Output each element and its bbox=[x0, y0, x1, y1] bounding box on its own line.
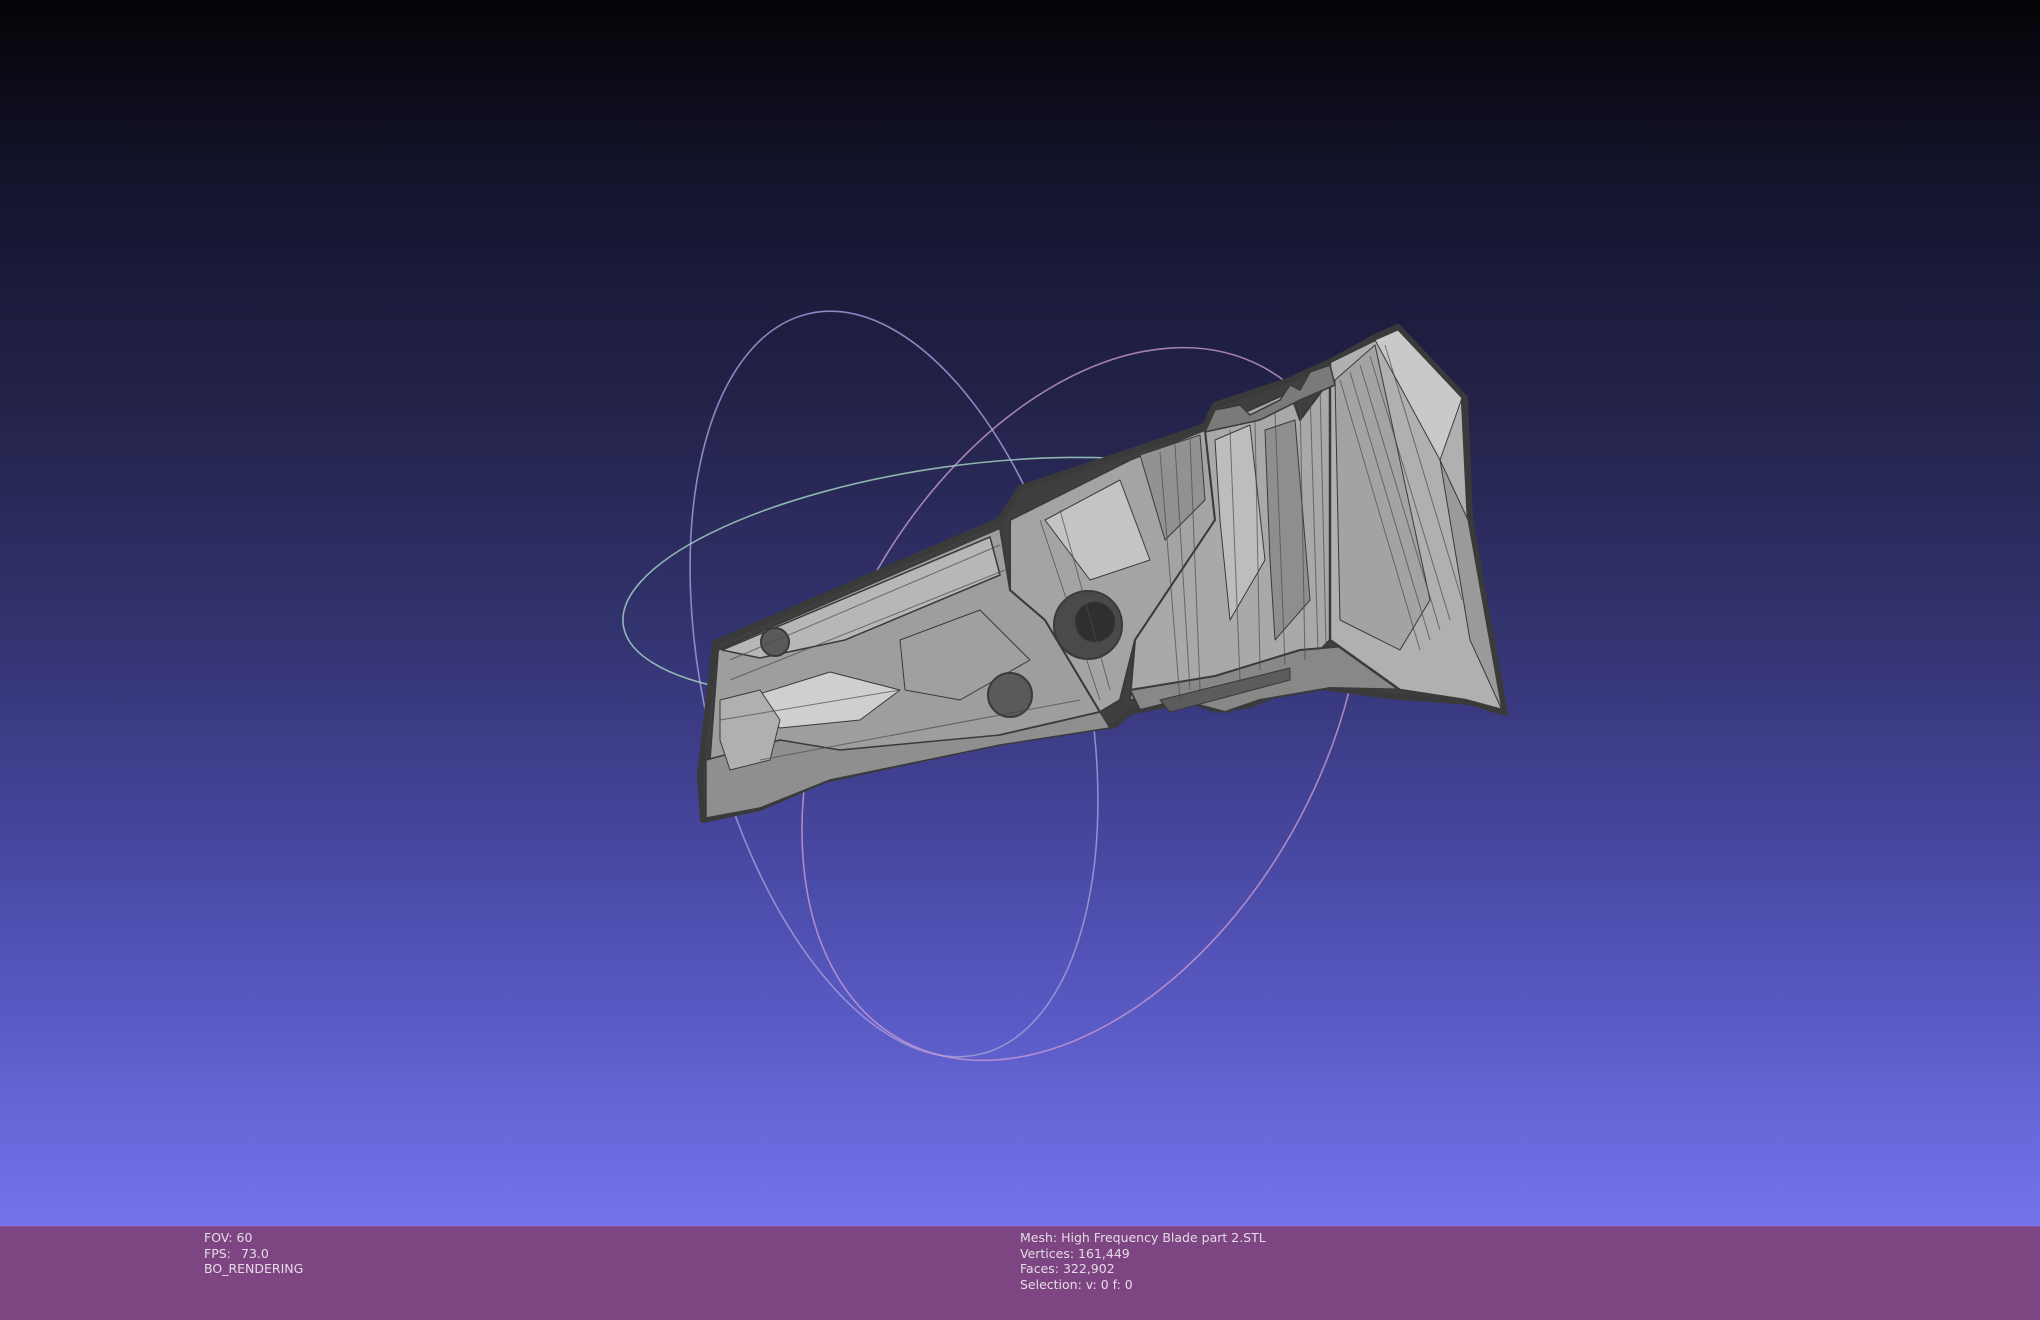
3d-viewport[interactable]: FOV: 60 FPS: 73.0 BO_RENDERING Mesh: High… bbox=[0, 0, 2040, 1320]
fps-label: FPS: bbox=[204, 1245, 231, 1261]
render-mode: BO_RENDERING bbox=[204, 1261, 304, 1276]
selection-count: Selection: v: 0 f: 0 bbox=[1020, 1276, 1133, 1292]
fps-value: 73.0 bbox=[241, 1245, 269, 1261]
fps-readout: FPS: 73.0 bbox=[204, 1246, 303, 1262]
mesh-model[interactable] bbox=[697, 324, 1508, 823]
mesh-info-panel: Mesh: High Frequency Blade part 2.STL Ve… bbox=[1020, 1230, 1266, 1292]
render-stats-panel: FOV: 60 FPS: 73.0 BO_RENDERING bbox=[204, 1230, 303, 1277]
fov-readout: FOV: 60 bbox=[204, 1230, 303, 1246]
mesh-name: Mesh: High Frequency Blade part 2.STL bbox=[1020, 1230, 1266, 1245]
fov-value: 60 bbox=[236, 1230, 253, 1245]
trackball-and-mesh-scene[interactable] bbox=[0, 0, 2040, 1226]
fov-label: FOV: bbox=[204, 1230, 233, 1245]
mesh-left-boss-small bbox=[760, 627, 790, 657]
face-count: Faces: 322,902 bbox=[1020, 1261, 1115, 1276]
vertex-count: Vertices: 161,449 bbox=[1020, 1245, 1130, 1261]
status-info-bar: FOV: 60 FPS: 73.0 BO_RENDERING Mesh: High… bbox=[0, 1226, 2040, 1320]
